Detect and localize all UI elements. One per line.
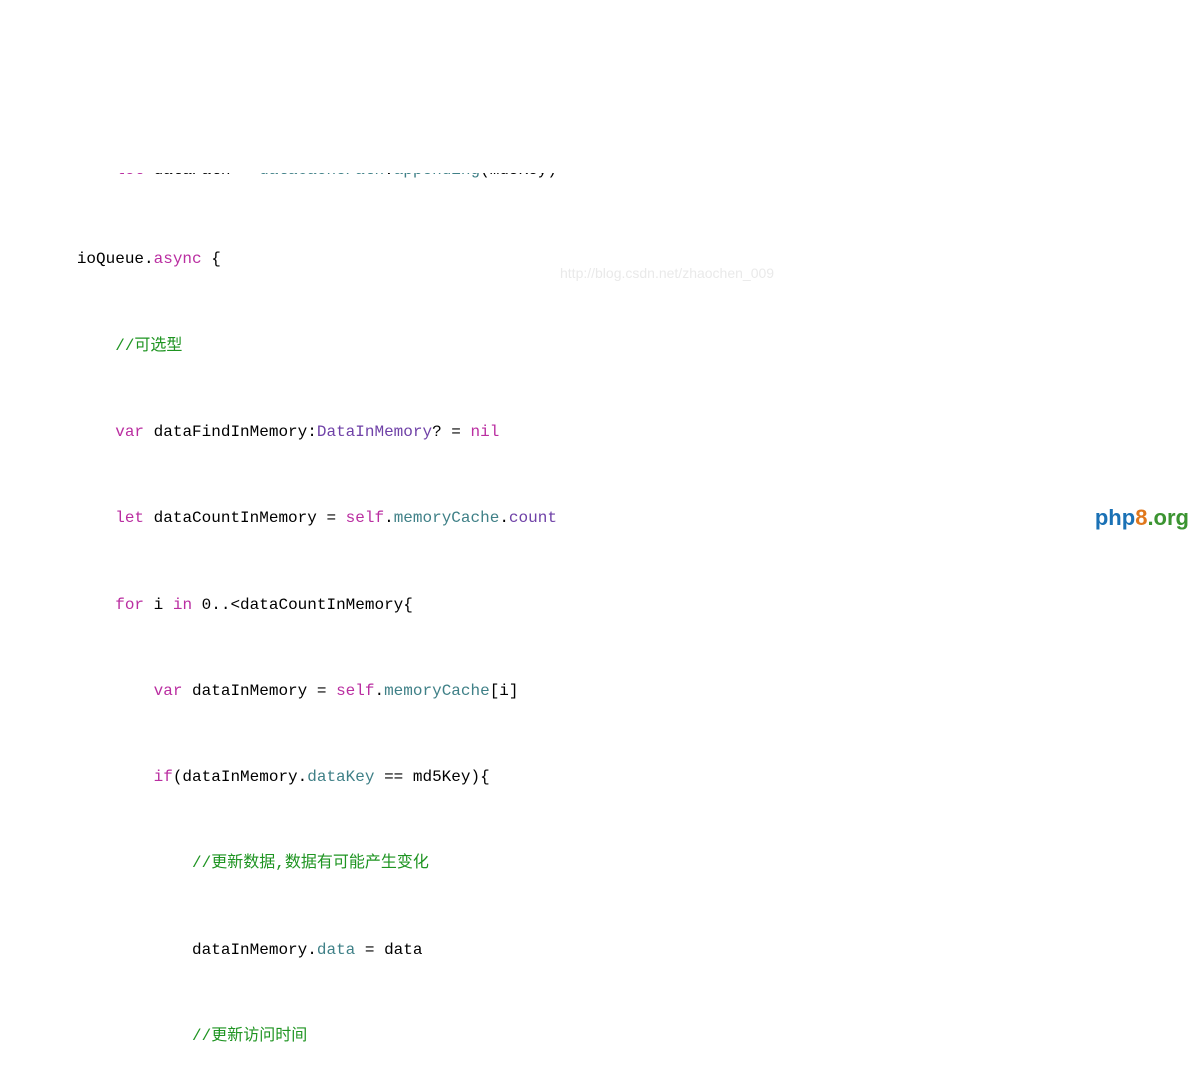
code-line: //可选型 (0, 336, 1195, 358)
code-line: //更新访问时间 (0, 1026, 1195, 1048)
code-line: let dataPath = dataCachePath.appending(m… (0, 173, 1195, 185)
code-line: ioQueue.async { (0, 250, 1195, 272)
site-logo: php8.org (1083, 474, 1189, 533)
code-line: let dataCountInMemory = self.memoryCache… (0, 508, 1195, 530)
code-line: //更新数据,数据有可能产生变化 (0, 854, 1195, 876)
code-line: var dataInMemory = self.memoryCache[i] (0, 681, 1195, 703)
code-line: dataInMemory.data = data (0, 940, 1195, 962)
code-line: var dataFindInMemory:DataInMemory? = nil (0, 422, 1195, 444)
code-line: for i in 0..<dataCountInMemory{ (0, 595, 1195, 617)
code-editor[interactable]: let dataPath = dataCachePath.appending(m… (0, 86, 1195, 1074)
code-line: if(dataInMemory.dataKey == md5Key){ (0, 767, 1195, 789)
